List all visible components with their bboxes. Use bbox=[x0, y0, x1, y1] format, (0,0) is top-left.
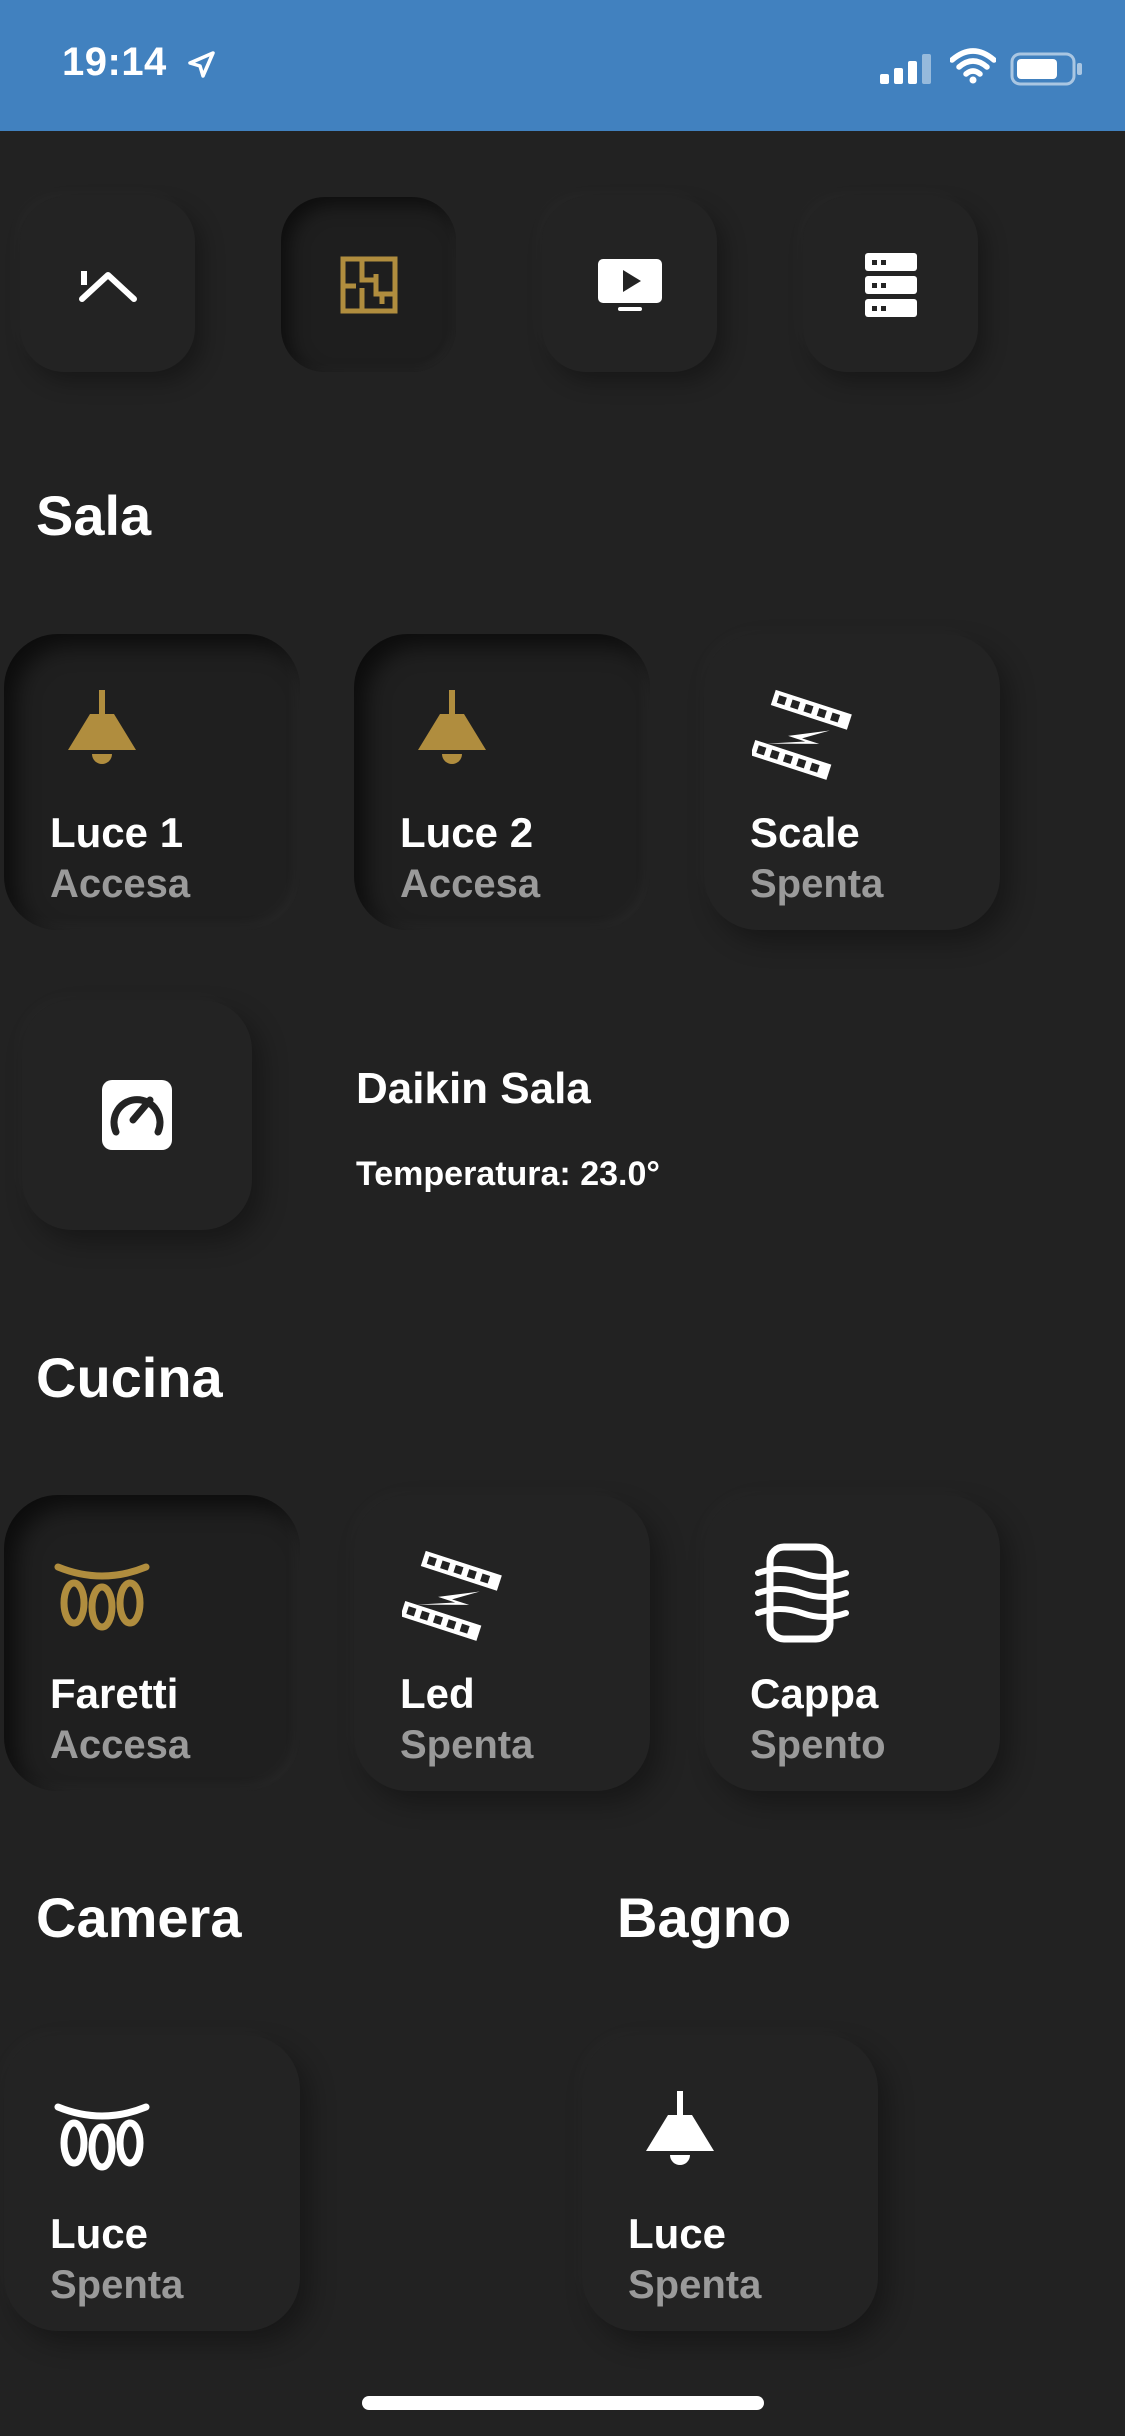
section-title-sala: Sala bbox=[36, 484, 152, 547]
spotlights-icon bbox=[54, 2103, 150, 2171]
tile-name: Scale bbox=[750, 809, 860, 856]
cellular-signal-icon bbox=[880, 54, 931, 84]
tile-led[interactable]: Led Spenta bbox=[354, 1495, 650, 1791]
tile-state: Spenta bbox=[50, 2263, 184, 2307]
tile-faretti[interactable]: Faretti Accesa bbox=[4, 1495, 300, 1791]
tile-luce-1[interactable]: Luce 1 Accesa bbox=[4, 634, 300, 930]
section-title-cucina: Cucina bbox=[36, 1346, 223, 1409]
location-arrow-icon bbox=[188, 51, 215, 78]
tile-bagno-luce[interactable]: Luce Spenta bbox=[582, 2035, 878, 2331]
tile-name: Cappa bbox=[750, 1670, 879, 1717]
thermostat-icon bbox=[102, 1080, 172, 1150]
tile-name: Luce 2 bbox=[400, 809, 534, 856]
home-icon bbox=[78, 270, 137, 302]
floorplan-icon bbox=[340, 256, 397, 313]
ceiling-lamp-icon bbox=[646, 2091, 714, 2165]
tile-name: Luce 1 bbox=[50, 809, 184, 856]
server-icon bbox=[864, 252, 917, 317]
climate-temperature: Temperatura: 23.0° bbox=[356, 1155, 660, 1193]
tile-state: Accesa bbox=[50, 862, 191, 906]
tile-state: Accesa bbox=[50, 1723, 191, 1767]
tile-luce-2[interactable]: Luce 2 Accesa bbox=[354, 634, 650, 930]
tile-camera-luce[interactable]: Luce Spenta bbox=[4, 2035, 300, 2331]
tile-scale[interactable]: Scale Spenta bbox=[704, 634, 1000, 930]
climate-name: Daikin Sala bbox=[356, 1064, 591, 1113]
tv-icon bbox=[597, 258, 662, 311]
tile-state: Spenta bbox=[750, 862, 884, 906]
tile-cappa[interactable]: Cappa Spento bbox=[704, 1495, 1000, 1791]
tile-name: Luce bbox=[628, 2210, 727, 2257]
home-indicator[interactable] bbox=[362, 2396, 764, 2410]
led-strip-icon bbox=[402, 1550, 502, 1641]
battery-icon bbox=[1010, 52, 1082, 86]
tile-name: Luce bbox=[50, 2210, 149, 2257]
nav-floorplan-button[interactable] bbox=[281, 197, 456, 372]
range-hood-icon bbox=[755, 1543, 849, 1643]
status-time: 19:14 bbox=[62, 40, 167, 84]
nav-server-button[interactable] bbox=[803, 197, 978, 372]
section-title-bagno: Bagno bbox=[617, 1886, 792, 1949]
section-title-camera: Camera bbox=[36, 1886, 242, 1949]
wifi-icon bbox=[950, 48, 996, 84]
climate-daikin-sala-button[interactable] bbox=[22, 1000, 252, 1230]
tile-name: Faretti bbox=[50, 1670, 179, 1717]
ceiling-lamp-icon bbox=[68, 690, 136, 764]
spotlights-icon bbox=[54, 1563, 150, 1631]
led-strip-icon bbox=[752, 689, 852, 780]
nav-home-button[interactable] bbox=[20, 197, 195, 372]
nav-media-button[interactable] bbox=[542, 197, 717, 372]
tile-name: Led bbox=[400, 1670, 475, 1717]
tile-state: Spenta bbox=[400, 1723, 534, 1767]
tile-state: Spento bbox=[750, 1723, 886, 1767]
status-bar: 19:14 bbox=[0, 0, 1125, 131]
tile-state: Spenta bbox=[628, 2263, 762, 2307]
ceiling-lamp-icon bbox=[418, 690, 486, 764]
tile-state: Accesa bbox=[400, 862, 541, 906]
